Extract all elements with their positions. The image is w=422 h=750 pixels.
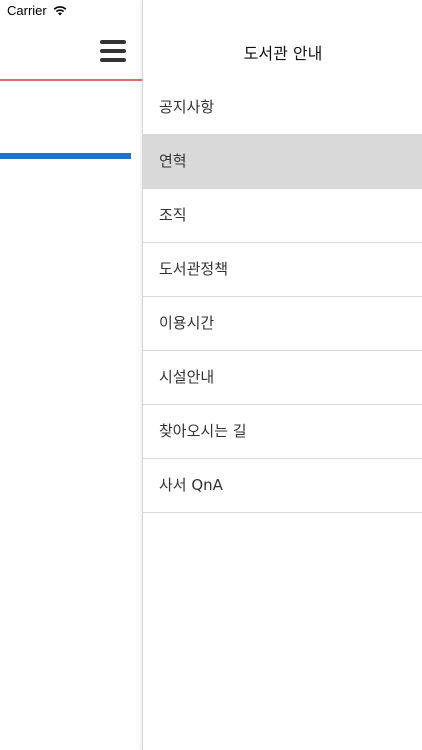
drawer-item-label: 공지사항 — [159, 98, 215, 116]
drawer-item-librarian-qna[interactable]: 사서 QnA — [143, 459, 422, 513]
drawer-item-label: 사서 QnA — [159, 476, 223, 494]
drawer-item-label: 시설안내 — [159, 368, 215, 386]
drawer-item-label: 찾아오시는 길 — [159, 422, 247, 440]
drawer-item-label: 조직 — [159, 206, 187, 224]
drawer-item-label: 연혁 — [159, 152, 187, 170]
drawer-header: 도서관 안내 — [143, 22, 422, 79]
main-header — [0, 22, 142, 80]
drawer-menu-list: 공지사항 연혁 조직 도서관정책 이용시간 시설안내 찾아오시는 길 사서 Qn… — [143, 81, 422, 513]
hamburger-menu-icon[interactable] — [100, 40, 126, 62]
drawer-item-library-policy[interactable]: 도서관정책 — [143, 243, 422, 297]
drawer-item-history[interactable]: 연혁 — [143, 135, 422, 189]
drawer-item-facilities[interactable]: 시설안내 — [143, 351, 422, 405]
drawer-title: 도서관 안내 — [243, 43, 323, 63]
drawer-item-directions[interactable]: 찾아오시는 길 — [143, 405, 422, 459]
drawer-item-organization[interactable]: 조직 — [143, 189, 422, 243]
drawer-item-label: 이용시간 — [159, 314, 215, 332]
drawer-item-notices[interactable]: 공지사항 — [143, 81, 422, 135]
drawer-item-opening-hours[interactable]: 이용시간 — [143, 297, 422, 351]
loading-progress-bar — [0, 153, 131, 159]
side-drawer: 도서관 안내 공지사항 연혁 조직 도서관정책 이용시간 시설안내 찾아오시는 … — [142, 0, 422, 750]
main-content-panel — [0, 22, 142, 750]
drawer-item-label: 도서관정책 — [159, 260, 229, 278]
